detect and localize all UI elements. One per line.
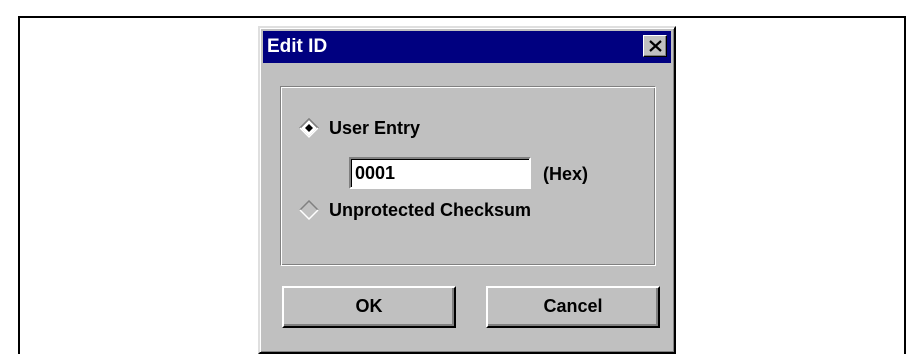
- hex-suffix-label: (Hex): [543, 164, 589, 184]
- edit-id-dialog: Edit ID User Entry 0001 (Hex) Unprotecte…: [258, 26, 676, 354]
- id-hex-input[interactable]: 0001: [349, 157, 531, 189]
- id-source-group: User Entry 0001 (Hex) Unprotected Checks…: [280, 86, 656, 266]
- title-bar[interactable]: Edit ID: [263, 31, 671, 63]
- radio-user-entry-label: User Entry: [329, 118, 421, 138]
- close-button[interactable]: [643, 35, 667, 57]
- radio-unprotected-checksum[interactable]: Unprotected Checksum: [299, 199, 531, 221]
- close-icon: [649, 40, 662, 52]
- cancel-button[interactable]: Cancel: [486, 286, 660, 328]
- dialog-title: Edit ID: [267, 36, 328, 57]
- ok-button[interactable]: OK: [282, 286, 456, 328]
- radio-unselected-icon: [299, 200, 319, 220]
- radio-user-entry[interactable]: User Entry: [299, 117, 420, 139]
- radio-selected-icon: [299, 118, 319, 138]
- radio-unprotected-checksum-label: Unprotected Checksum: [329, 200, 532, 220]
